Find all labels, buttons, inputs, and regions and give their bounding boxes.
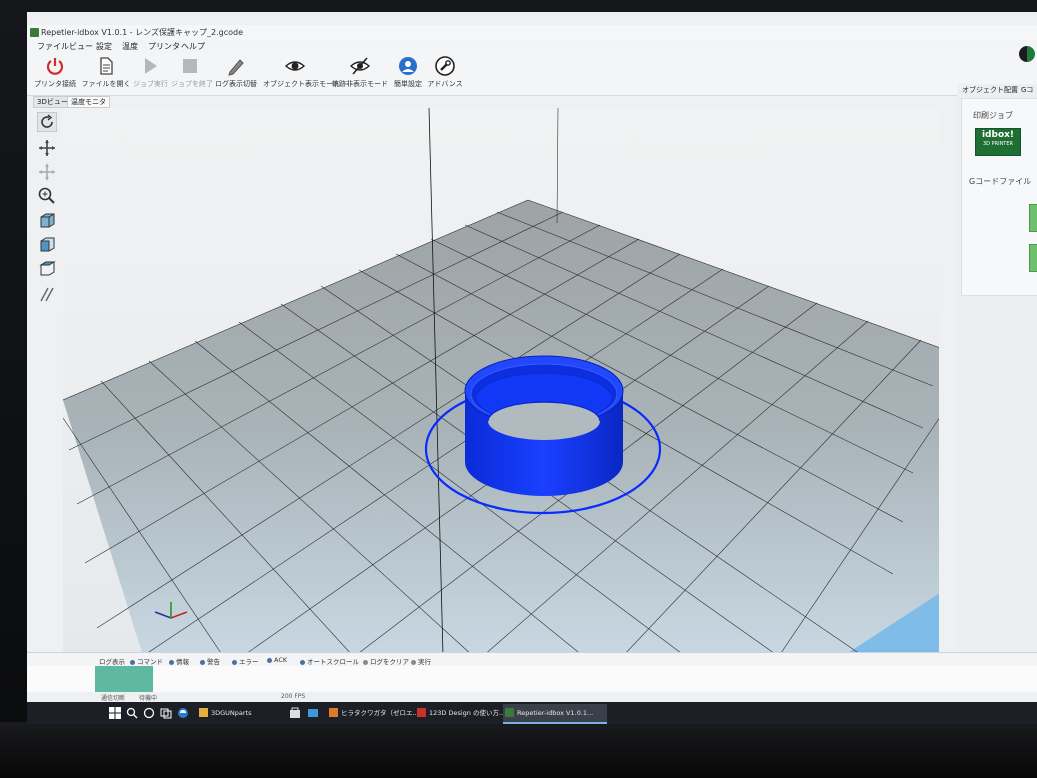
pan-icon[interactable] xyxy=(37,162,57,182)
connection-status: 通信切断 xyxy=(101,695,126,702)
log-highlight xyxy=(95,666,153,692)
log-commands-option[interactable]: コマンド xyxy=(130,656,163,666)
taskbar-item-repetier[interactable]: Repetier-idbox V1.0.1... xyxy=(503,704,607,724)
browser-icon xyxy=(329,708,338,717)
store-icon[interactable] xyxy=(289,707,301,719)
log-warning-option[interactable]: 警告 xyxy=(200,656,220,666)
open-file-button[interactable]: ファイルを開く xyxy=(81,55,131,89)
move-icon[interactable] xyxy=(37,138,57,158)
log-show-toggle[interactable]: ログ表示 xyxy=(99,656,125,666)
parallel-view-icon[interactable] xyxy=(37,284,57,304)
brand-logo-icon xyxy=(1019,46,1035,62)
title-bar: Repetier-idbox V1.0.1 - レンズ保護キャップ_2.gcod… xyxy=(27,25,1037,40)
task-view-icon[interactable] xyxy=(160,707,172,719)
menu-file[interactable]: ファイル xyxy=(37,40,69,53)
top-view-icon[interactable] xyxy=(37,258,57,278)
gcode-file-heading: Gコードファイル xyxy=(969,177,1032,186)
gcode-action-button-2[interactable] xyxy=(1029,244,1037,272)
taskbar-item-3dgunparts[interactable]: 3DGUNparts xyxy=(197,704,293,722)
taskbar-item-browser[interactable]: ヒラタクワガタ（ゼロエ... xyxy=(327,704,425,722)
repetier-icon xyxy=(505,708,514,717)
stop-icon xyxy=(183,59,197,73)
radio-icon xyxy=(200,659,205,665)
menu-temperature[interactable]: 温度 xyxy=(122,40,138,53)
log-toggle-button[interactable]: ログ表示切替 xyxy=(213,55,259,89)
log-area[interactable] xyxy=(27,666,1037,692)
lens-cap-model xyxy=(464,355,624,496)
idbox-logo: idbox! 3D PRINTER xyxy=(975,128,1021,156)
view-tools xyxy=(35,108,59,308)
eye-slash-icon xyxy=(349,57,371,75)
trash-icon xyxy=(363,659,368,665)
search-icon[interactable] xyxy=(126,707,138,719)
windows-start-icon[interactable] xyxy=(109,707,121,719)
taskbar-item-pdf[interactable]: 123D Design の使い方... xyxy=(415,704,513,722)
menu-help[interactable]: ヘルプ xyxy=(181,40,205,53)
object-view-mode-button[interactable]: オブジェクト表示モード xyxy=(263,55,340,89)
cortana-icon[interactable] xyxy=(143,707,155,719)
folder-icon xyxy=(199,708,208,717)
radio-icon xyxy=(130,659,135,665)
right-panel-tabs: オブジェクト配置 Gコ xyxy=(957,84,1037,96)
run-icon xyxy=(411,659,416,665)
reset-view-icon[interactable] xyxy=(37,112,57,132)
3d-viewport[interactable] xyxy=(63,108,939,656)
menu-printer[interactable]: プリンタ xyxy=(148,40,180,53)
fps-readout: 200 FPS xyxy=(281,693,306,700)
run-job-button[interactable]: ジョブ実行 xyxy=(133,55,168,89)
user-settings-icon xyxy=(399,57,417,75)
tab-gcode[interactable]: Gコ xyxy=(1021,85,1033,95)
status-bar: 通信切断 待機中 200 FPS xyxy=(27,692,1037,702)
monitor-bezel-bottom xyxy=(0,722,1037,778)
print-job-heading: 印刷ジョブ xyxy=(973,111,1013,120)
advanced-button[interactable]: アドバンス xyxy=(427,55,463,89)
pdf-icon xyxy=(417,708,426,717)
menu-settings[interactable]: 設定 xyxy=(96,40,112,53)
iso-view-icon[interactable] xyxy=(37,210,57,230)
end-job-button[interactable]: ジョブを終了 xyxy=(171,55,213,89)
radio-icon xyxy=(169,659,174,665)
screen: Repetier-idbox V1.0.1 - レンズ保護キャップ_2.gcod… xyxy=(27,12,1037,724)
right-panel: オブジェクト配置 Gコ 印刷ジョブ idbox! 3D PRINTER Gコード… xyxy=(957,84,1037,684)
log-ack-option[interactable]: ACK xyxy=(267,656,287,664)
log-run-button[interactable]: 実行 xyxy=(411,656,431,666)
taskbar: 3DGUNparts ヒラタクワガタ（ゼロエ... 123D Design の使… xyxy=(27,702,1037,724)
pencil-icon xyxy=(228,59,244,76)
menu-view[interactable]: ビュー xyxy=(69,40,93,53)
tab-temperature-monitor[interactable]: 温度モニタ xyxy=(67,96,110,108)
easy-settings-button[interactable]: 簡単設定 xyxy=(391,55,425,89)
print-bed-scene xyxy=(63,108,939,656)
toolbar: プリンタ接続 ファイルを開く ジョブ実行 ジョブを終了 ログ表示切替 オブジェク… xyxy=(27,53,1037,96)
gcode-action-button-1[interactable] xyxy=(1029,204,1037,232)
log-autoscroll-option[interactable]: オートスクロール xyxy=(300,656,359,666)
document-icon xyxy=(100,57,113,75)
log-options-bar: ログ表示 コマンド 情報 警告 エラー ACK オートスクロール ログをクリア … xyxy=(27,652,1037,667)
printer-state: 待機中 xyxy=(139,695,158,702)
radio-icon xyxy=(267,657,272,663)
wrench-icon xyxy=(435,56,455,76)
app-icon-2[interactable] xyxy=(307,707,319,719)
log-info-option[interactable]: 情報 xyxy=(169,656,189,666)
edge-icon[interactable] xyxy=(177,707,189,719)
log-error-option[interactable]: エラー xyxy=(232,656,259,666)
front-view-icon[interactable] xyxy=(37,234,57,254)
menu-bar: ファイル ビュー 設定 温度 プリンタ ヘルプ xyxy=(27,40,1037,53)
radio-icon xyxy=(232,659,237,665)
app-icon xyxy=(30,28,39,37)
eye-icon xyxy=(284,61,306,71)
tab-object-placement[interactable]: オブジェクト配置 xyxy=(962,85,1018,95)
play-icon xyxy=(145,58,157,74)
view-tabs: 3Dビュー 温度モニタ xyxy=(27,95,1037,108)
radio-icon xyxy=(300,659,305,665)
zoom-icon[interactable] xyxy=(37,186,57,206)
window-title: Repetier-idbox V1.0.1 - レンズ保護キャップ_2.gcod… xyxy=(41,28,244,37)
power-icon xyxy=(46,58,64,75)
path-hide-mode-button[interactable]: 軌跡非表示モード xyxy=(331,55,389,89)
log-clear-button[interactable]: ログをクリア xyxy=(363,656,409,666)
connect-printer-button[interactable]: プリンタ接続 xyxy=(33,55,77,89)
